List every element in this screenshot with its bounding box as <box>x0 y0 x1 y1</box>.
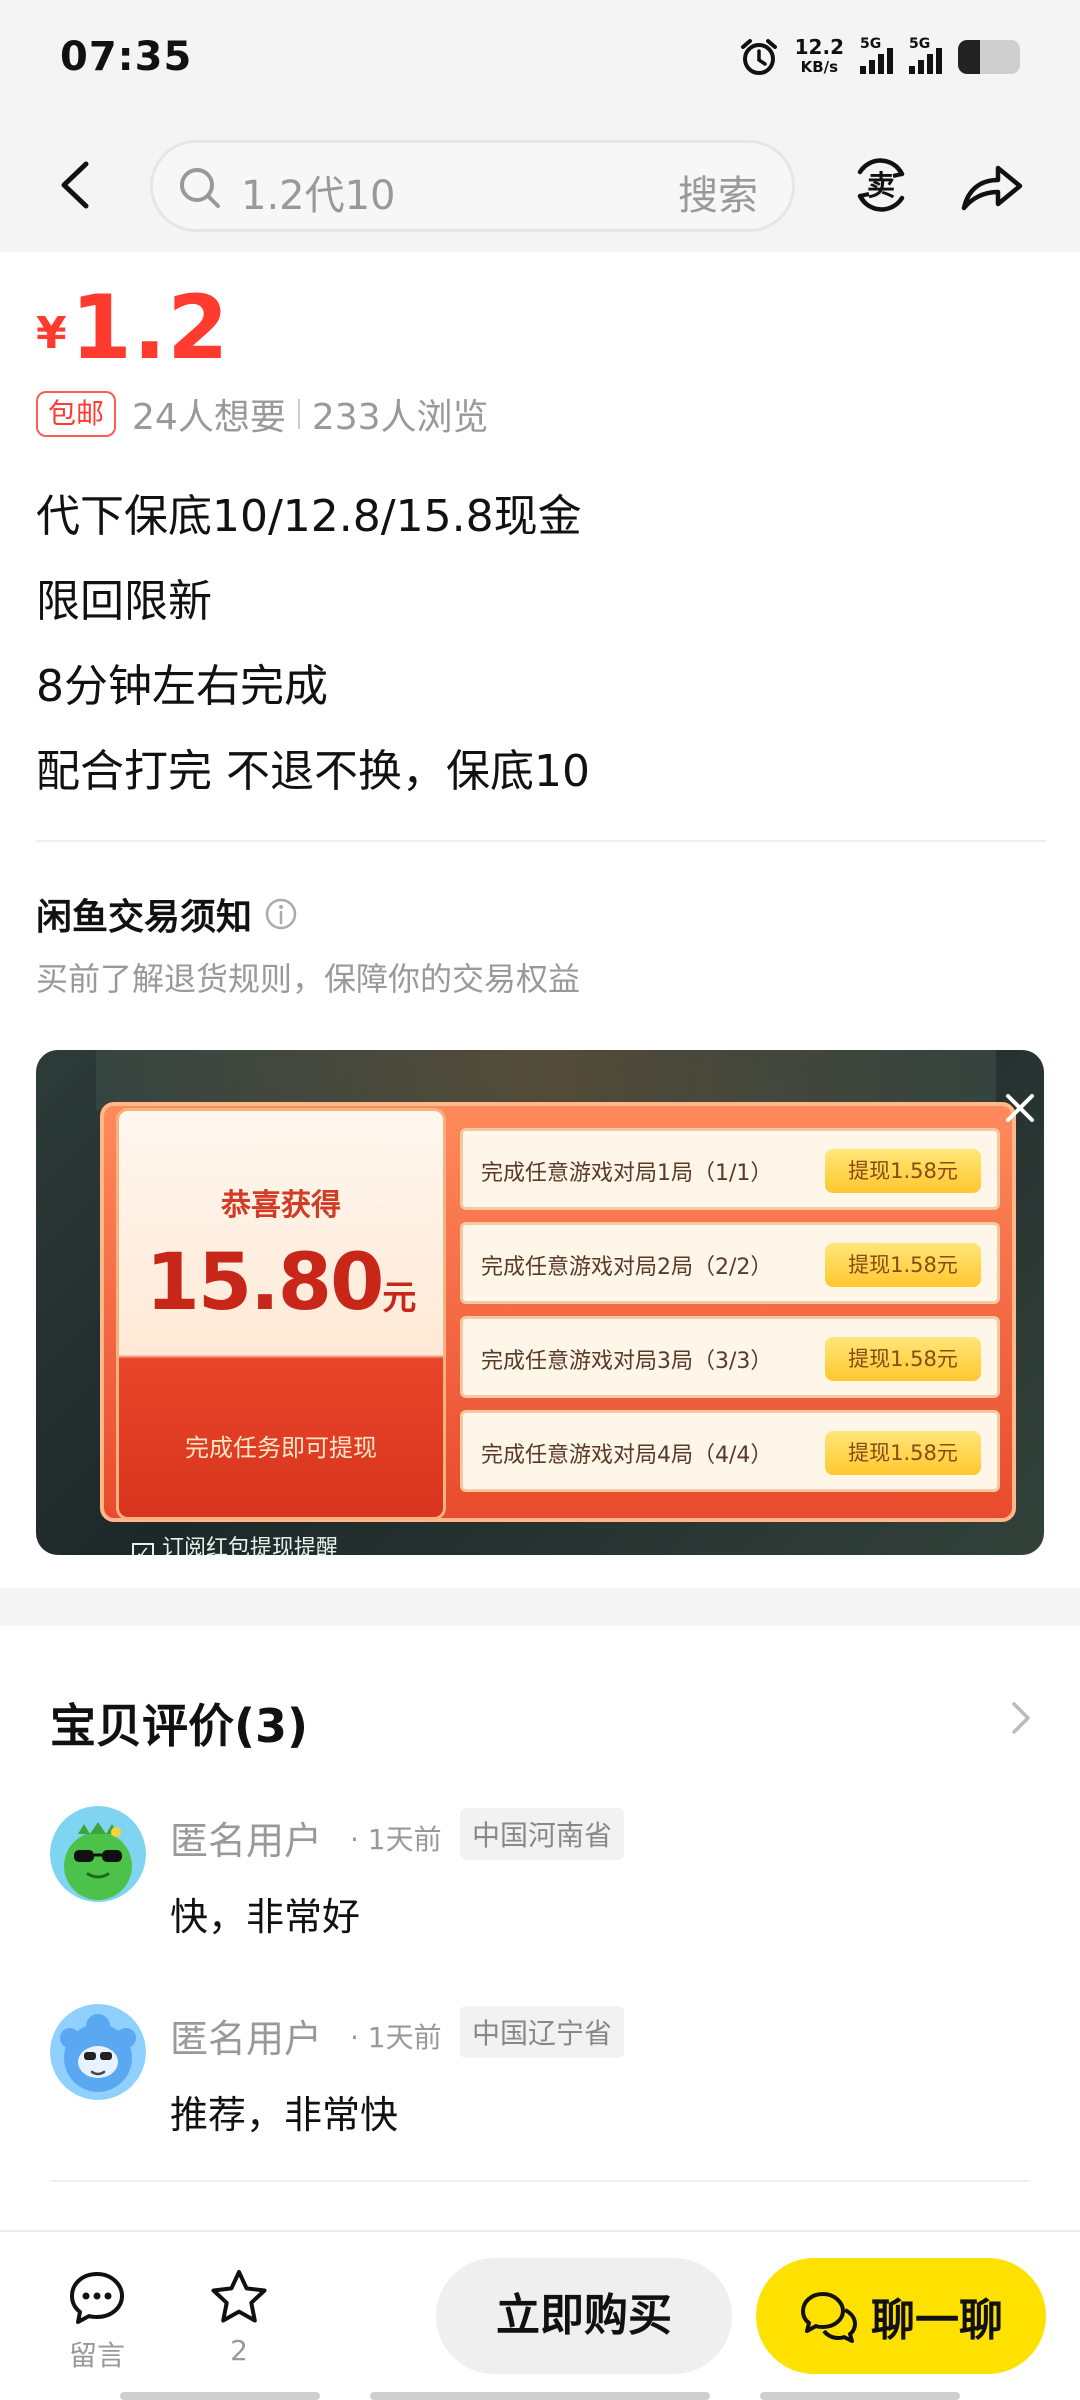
reward-task: 完成任意游戏对局4局（4/4） 提现1.58元 <box>460 1410 1000 1492</box>
signal-icon-1: 5G <box>860 36 893 74</box>
battery-fill <box>958 40 980 74</box>
reward-hint: 完成任务即可提现 <box>185 1434 377 1462</box>
comment-label: 留言 <box>68 2339 125 2372</box>
product-description: 代下保底10/12.8/15.8现金 限回限新 8分钟左右完成 配合打完 不退不… <box>36 474 590 814</box>
description-line: 限回限新 <box>36 576 212 627</box>
reward-amount-value: 15.80 <box>145 1238 385 1328</box>
network-speed-value: 12.2 <box>794 35 844 59</box>
close-icon <box>1006 1094 1034 1122</box>
status-icons: 12.2 KB/s 5G 5G <box>739 32 1020 82</box>
wants-count: 24人想要 <box>132 397 286 438</box>
status-time: 07:35 <box>60 34 193 80</box>
chat-icon <box>801 2292 857 2343</box>
reward-task: 完成任意游戏对局1局（1/1） 提现1.58元 <box>460 1128 1000 1210</box>
home-indicator <box>120 2392 320 2400</box>
star-icon <box>211 2270 267 2323</box>
signal-label-1: 5G <box>860 36 882 52</box>
image-background <box>96 1050 996 1110</box>
signal-label-2: 5G <box>909 36 931 52</box>
withdraw-button: 提现1.58元 <box>825 1149 981 1193</box>
trade-notice-title[interactable]: 闲鱼交易须知 <box>36 888 298 940</box>
reviews-section: 宝贝评价(3) 匿名用户 · 1天前 中国河南省 快，非常好 匿名用户 · 1天… <box>0 1626 1080 2230</box>
product-image[interactable]: 恭喜获得 15.80元 完成任务即可提现 完成任意游戏对局1局（1/1） 提现1… <box>36 1050 1044 1555</box>
trade-notice-subtitle: 买前了解退货规则，保障你的交易权益 <box>36 960 581 998</box>
home-indicator <box>760 2392 960 2400</box>
withdraw-button: 提现1.58元 <box>825 1243 981 1287</box>
review-time: · 1天前 <box>350 1823 442 1856</box>
product-detail: ¥1.2 包邮 24人想要 233人浏览 代下保底10/12.8/15.8现金 … <box>0 252 1080 1588</box>
review-location: 中国辽宁省 <box>460 2006 625 2058</box>
reward-amount: 15.80元 <box>116 1238 446 1328</box>
task-text: 完成任意游戏对局2局（2/2） <box>481 1255 773 1280</box>
chat-button[interactable]: 聊一聊 <box>756 2258 1046 2374</box>
checkbox-icon: ✓ <box>132 1543 154 1555</box>
description-line: 8分钟左右完成 <box>36 661 328 712</box>
search-icon <box>180 168 220 208</box>
price: ¥1.2 <box>36 276 230 379</box>
chat-label: 聊一聊 <box>871 2295 1003 2346</box>
review-text: 推荐，非常快 <box>170 2093 399 2137</box>
buy-now-button[interactable]: 立即购买 <box>436 2258 732 2374</box>
withdraw-button: 提现1.58元 <box>825 1337 981 1381</box>
share-icon[interactable] <box>958 154 1024 216</box>
favorite-count: 2 <box>230 2334 248 2367</box>
withdraw-button: 提现1.58元 <box>825 1431 981 1475</box>
price-value: 1.2 <box>70 276 230 379</box>
reward-task: 完成任意游戏对局2局（2/2） 提现1.58元 <box>460 1222 1000 1304</box>
views-count: 233人浏览 <box>311 397 489 438</box>
search-bar[interactable]: 1.2代10 搜索 <box>150 140 795 232</box>
task-text: 完成任意游戏对局3局（3/3） <box>481 1349 773 1374</box>
avatar[interactable] <box>50 2004 146 2100</box>
bottom-action-bar: 留言 2 立即购买 聊一聊 <box>0 2230 1080 2400</box>
reviews-title[interactable]: 宝贝评价(3) <box>50 1690 308 1756</box>
reward-amount-unit: 元 <box>382 1278 417 1318</box>
home-indicator <box>370 2392 710 2400</box>
product-meta: 包邮 24人想要 233人浏览 <box>36 388 489 440</box>
network-speed: 12.2 KB/s <box>795 37 844 77</box>
comment-button[interactable]: 留言 <box>42 2266 152 2374</box>
info-icon[interactable] <box>264 897 298 931</box>
review-time: · 1天前 <box>350 2021 442 2054</box>
top-nav: 1.2代10 搜索 卖 <box>0 118 1080 252</box>
reviewer-name: 匿名用户 <box>170 1819 323 1863</box>
back-arrow-icon[interactable] <box>52 158 102 212</box>
description-line: 配合打完 不退不换，保底10 <box>36 746 590 797</box>
review-location: 中国河南省 <box>460 1808 625 1860</box>
reward-congrats: 恭喜获得 <box>221 1188 341 1223</box>
free-shipping-badge: 包邮 <box>36 391 117 437</box>
signal-icon-2: 5G <box>909 36 942 74</box>
divider <box>36 840 1046 842</box>
review-item: 匿名用户 · 1天前 中国辽宁省 推荐，非常快 <box>50 2004 1040 2154</box>
reward-task: 完成任意游戏对局3局（3/3） 提现1.58元 <box>460 1316 1000 1398</box>
subscribe-reminder-label: 订阅红包提现提醒 <box>162 1536 339 1555</box>
avatar[interactable] <box>50 1806 146 1902</box>
trade-notice-label: 闲鱼交易须知 <box>36 897 253 938</box>
reviewer-name: 匿名用户 <box>170 2017 323 2061</box>
chevron-right-icon[interactable] <box>1006 1698 1036 1738</box>
network-speed-unit: KB/s <box>800 58 839 76</box>
favorite-button[interactable]: 2 <box>184 2266 294 2367</box>
battery-icon <box>958 40 1020 74</box>
task-text: 完成任意游戏对局4局（4/4） <box>481 1443 773 1468</box>
divider <box>50 2180 1030 2182</box>
review-item: 匿名用户 · 1天前 中国河南省 快，非常好 <box>50 1806 1040 1956</box>
price-currency: ¥ <box>36 308 67 359</box>
description-line: 代下保底10/12.8/15.8现金 <box>36 491 582 542</box>
sell-icon[interactable]: 卖 <box>848 152 914 218</box>
subscribe-reminder: ✓ 订阅红包提现提醒 <box>132 1530 338 1555</box>
review-text: 快，非常好 <box>170 1895 361 1939</box>
message-icon <box>70 2272 124 2324</box>
meta-separator <box>297 399 300 429</box>
search-button[interactable]: 搜索 <box>678 163 758 221</box>
task-text: 完成任意游戏对局1局（1/1） <box>481 1161 773 1186</box>
status-bar: 07:35 12.2 KB/s 5G 5G <box>0 0 1080 118</box>
svg-text:卖: 卖 <box>867 169 895 202</box>
search-query: 1.2代10 <box>241 173 396 219</box>
alarm-icon <box>740 39 777 75</box>
